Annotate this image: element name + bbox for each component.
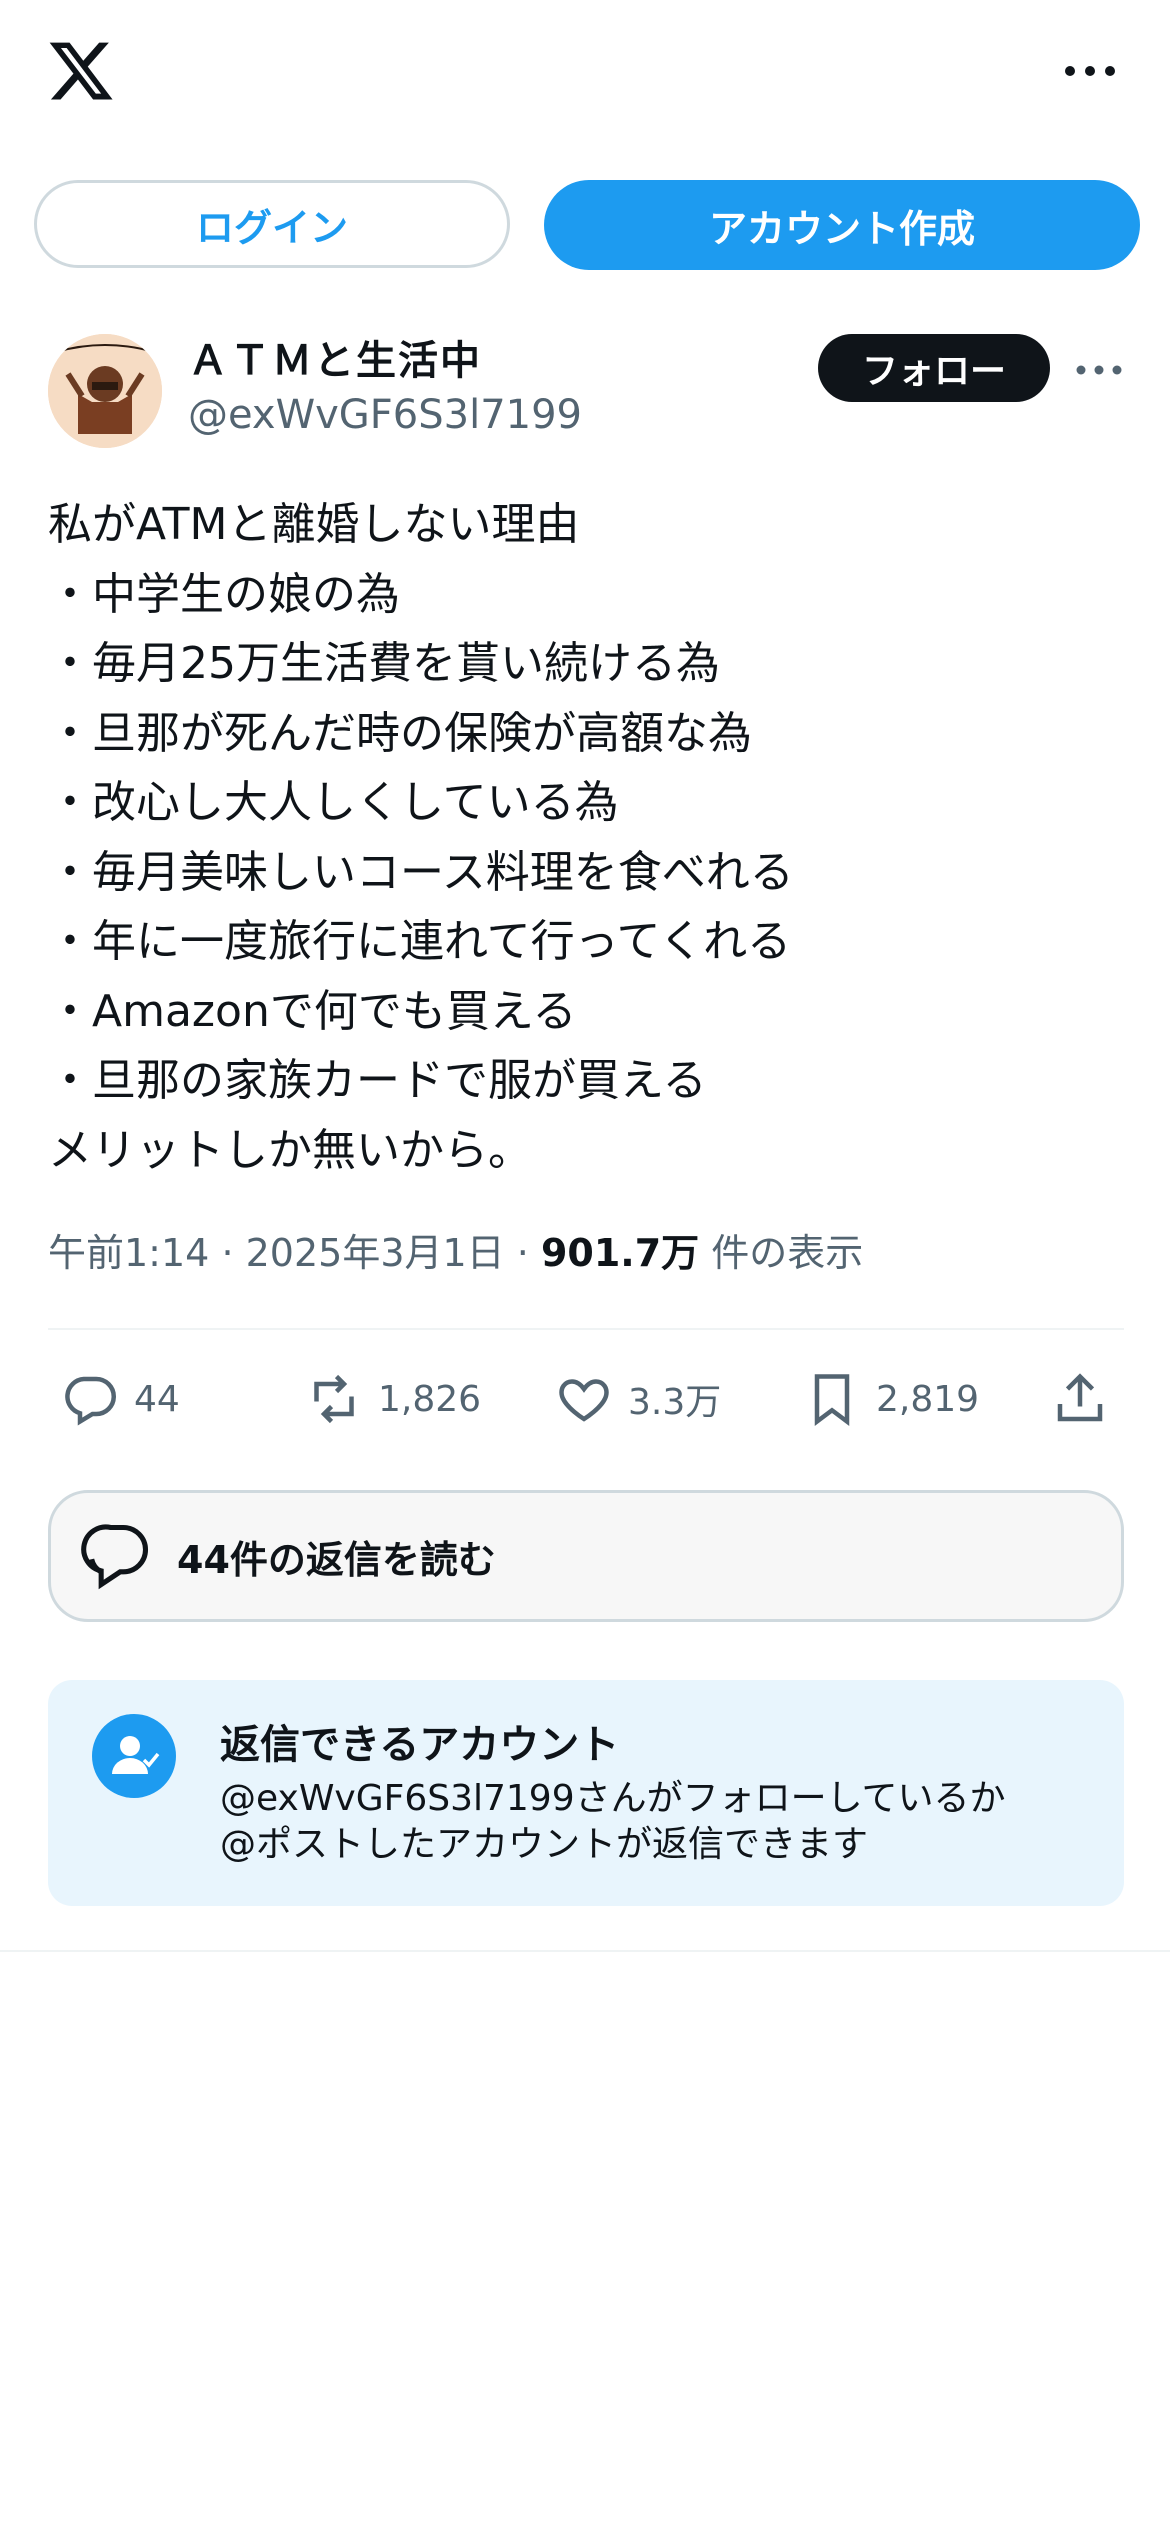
tweet-line: ・年に一度旅行に連れて行ってくれる [48, 916, 792, 967]
tweet-date[interactable]: 2025年3月1日 [246, 1231, 505, 1275]
meta-separator: · [516, 1231, 529, 1275]
repost-action[interactable]: 1,826 [304, 1362, 481, 1436]
follow-button[interactable]: フォロー [818, 334, 1050, 402]
tweet-line: ・毎月美味しいコース料理を食べれる [48, 846, 794, 898]
author-display-name[interactable]: ＡＴＭと生活中 [188, 328, 482, 386]
reply-icon [65, 1376, 116, 1426]
meta-separator: · [221, 1231, 234, 1275]
tweet-text: 私がATMと離婚しない理由 ・中学生の娘の為 ・毎月25万生活費を貰い続ける為 … [48, 490, 1128, 1185]
tweet-line: メリットしか無いから。 [48, 1124, 532, 1176]
views-label: 件の表示 [711, 1231, 864, 1275]
share-icon [1057, 1373, 1103, 1422]
like-action[interactable]: 3.3万 [554, 1362, 721, 1436]
login-button-label: ログイン [195, 205, 348, 250]
tweet-line: ・中学生の娘の為 [48, 568, 400, 620]
more-horizontal-icon[interactable] [1060, 56, 1120, 86]
read-replies-button[interactable]: 44件の返信を読む [48, 1490, 1124, 1622]
repost-count: 1,826 [378, 1378, 482, 1420]
repost-icon [314, 1374, 354, 1424]
reply-restriction-line: @ポストしたアカウントが返信できます [220, 1824, 869, 1865]
divider [0, 1950, 1170, 1952]
tweet-line: ・改心し大人しくしている為 [48, 777, 619, 828]
reply-restriction-title: 返信できるアカウント [220, 1722, 620, 1768]
like-count: 3.3万 [628, 1382, 722, 1423]
tweet-more-icon[interactable] [1074, 360, 1124, 380]
create-account-button-label: アカウント作成 [708, 206, 975, 251]
reply-count: 44 [134, 1378, 180, 1420]
chat-bubble-icon [81, 1524, 149, 1590]
share-action[interactable] [1050, 1362, 1124, 1436]
login-button[interactable]: ログイン [34, 180, 510, 268]
tweet-line: ・Amazonで何でも買える [48, 985, 577, 1037]
reply-restriction-line: @exWvGF6S3l7199さんがフォローしているか [220, 1778, 1006, 1819]
x-logo-icon[interactable] [46, 36, 116, 106]
tweet-line: ・旦那の家族カードで服が買える [48, 1055, 707, 1106]
views-count: 901.7万 [540, 1231, 700, 1275]
tweet-meta: 午前1:14 · 2025年3月1日 · 901.7万 件の表示 [48, 1222, 863, 1277]
reply-restriction-text: @exWvGF6S3l7199さんがフォローしているか @ポストしたアカウントが… [220, 1776, 1006, 1868]
heart-icon [559, 1379, 609, 1422]
read-replies-label: 44件の返信を読む [177, 1537, 496, 1582]
reply-action[interactable]: 44 [60, 1362, 180, 1436]
create-account-button[interactable]: アカウント作成 [544, 180, 1140, 270]
bookmark-action[interactable]: 2,819 [802, 1362, 979, 1436]
tweet-time[interactable]: 午前1:14 [48, 1231, 209, 1275]
author-handle[interactable]: @exWvGF6S3l7199 [188, 392, 582, 438]
avatar[interactable] [48, 334, 162, 448]
user-check-icon [92, 1714, 176, 1798]
bookmark-count: 2,819 [876, 1378, 980, 1420]
divider [48, 1328, 1124, 1330]
bookmark-icon [814, 1374, 850, 1426]
tweet-line: 私がATMと離婚しない理由 [48, 499, 580, 550]
tweet-line: ・毎月25万生活費を貰い続ける為 [48, 638, 720, 689]
tweet-line: ・旦那が死んだ時の保険が高額な為 [48, 707, 752, 759]
follow-button-label: フォロー [861, 351, 1006, 392]
